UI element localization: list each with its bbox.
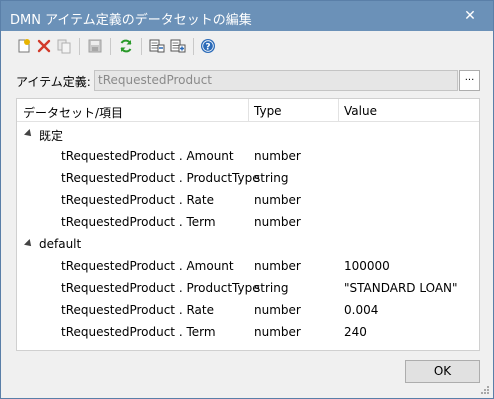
header-dataset[interactable]: データセット/項目 bbox=[23, 104, 123, 121]
group-name: 既定 bbox=[39, 129, 64, 143]
table-row[interactable]: tRequestedProduct . Rate number 0.004 bbox=[17, 299, 479, 321]
table-header: データセット/項目 Type Value bbox=[17, 99, 479, 122]
toolbar-separator bbox=[193, 38, 194, 55]
type-cell: number bbox=[254, 149, 301, 163]
close-button[interactable]: ✕ bbox=[447, 1, 493, 31]
dialog-window: DMN アイテム定義のデータセットの編集 ✕ ? アイテム定義: tReques… bbox=[0, 0, 494, 399]
dataset-tree-table: データセット/項目 Type Value 既定 tRequestedProduc… bbox=[16, 98, 480, 351]
value-cell[interactable]: 0.004 bbox=[344, 303, 378, 317]
delete-icon[interactable] bbox=[34, 36, 54, 56]
help-icon[interactable]: ? bbox=[198, 36, 218, 56]
toolbar-separator bbox=[141, 38, 142, 55]
value-cell[interactable]: 100000 bbox=[344, 259, 390, 273]
group-name: default bbox=[39, 237, 82, 251]
column-divider[interactable] bbox=[338, 99, 339, 122]
column-divider[interactable] bbox=[248, 99, 249, 122]
table-row[interactable]: tRequestedProduct . ProductType string bbox=[17, 167, 479, 189]
group-row[interactable]: 既定 bbox=[17, 123, 479, 145]
type-cell: number bbox=[254, 259, 301, 273]
export-icon[interactable] bbox=[168, 36, 188, 56]
browse-button[interactable]: ... bbox=[459, 70, 480, 91]
item-cell: tRequestedProduct . ProductType bbox=[61, 281, 260, 295]
type-cell: number bbox=[254, 325, 301, 339]
table-row[interactable]: tRequestedProduct . ProductType string "… bbox=[17, 277, 479, 299]
item-cell: tRequestedProduct . Rate bbox=[61, 303, 214, 317]
item-definition-field[interactable]: tRequestedProduct bbox=[94, 70, 458, 91]
group-row[interactable]: default bbox=[17, 233, 479, 255]
table-row[interactable]: tRequestedProduct . Amount number 100000 bbox=[17, 255, 479, 277]
collapse-triangle-icon[interactable] bbox=[24, 239, 34, 249]
title-bar[interactable]: DMN アイテム定義のデータセットの編集 ✕ bbox=[1, 1, 493, 31]
header-value[interactable]: Value bbox=[344, 104, 377, 118]
import-icon[interactable] bbox=[147, 36, 167, 56]
value-cell[interactable]: "STANDARD LOAN" bbox=[344, 281, 458, 295]
header-type[interactable]: Type bbox=[254, 104, 282, 118]
window-title: DMN アイテム定義のデータセットの編集 bbox=[10, 13, 252, 28]
toolbar-separator bbox=[110, 38, 111, 55]
new-icon[interactable] bbox=[14, 36, 34, 56]
item-cell: tRequestedProduct . ProductType bbox=[61, 171, 260, 185]
type-cell: string bbox=[254, 281, 289, 295]
item-definition-label: アイテム定義: bbox=[16, 75, 91, 89]
toolbar-separator bbox=[79, 38, 80, 55]
refresh-icon[interactable] bbox=[116, 36, 136, 56]
ok-button[interactable]: OK bbox=[405, 360, 480, 383]
table-row[interactable]: tRequestedProduct . Term number 240 bbox=[17, 321, 479, 343]
collapse-triangle-icon[interactable] bbox=[24, 129, 34, 139]
type-cell: number bbox=[254, 303, 301, 317]
type-cell: number bbox=[254, 215, 301, 229]
save-icon[interactable] bbox=[85, 36, 105, 56]
item-cell: tRequestedProduct . Term bbox=[61, 325, 216, 339]
item-cell: tRequestedProduct . Amount bbox=[61, 149, 234, 163]
toolbar: ? bbox=[1, 31, 493, 61]
value-cell[interactable]: 240 bbox=[344, 325, 367, 339]
resize-grip-icon[interactable] bbox=[480, 385, 490, 395]
svg-text:?: ? bbox=[205, 43, 210, 53]
copy-icon[interactable] bbox=[54, 36, 74, 56]
type-cell: string bbox=[254, 171, 289, 185]
item-cell: tRequestedProduct . Amount bbox=[61, 259, 234, 273]
item-cell: tRequestedProduct . Term bbox=[61, 215, 216, 229]
item-cell: tRequestedProduct . Rate bbox=[61, 193, 214, 207]
table-row[interactable]: tRequestedProduct . Amount number bbox=[17, 145, 479, 167]
type-cell: number bbox=[254, 193, 301, 207]
table-row[interactable]: tRequestedProduct . Term number bbox=[17, 211, 479, 233]
table-row[interactable]: tRequestedProduct . Rate number bbox=[17, 189, 479, 211]
